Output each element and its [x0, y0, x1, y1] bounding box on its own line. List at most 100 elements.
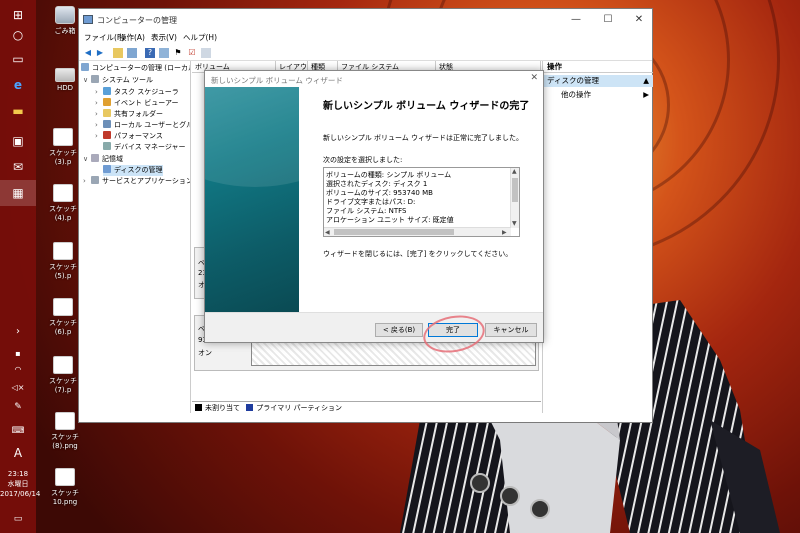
tree-item-system-tools[interactable]: システム ツール — [91, 75, 153, 86]
scroll-down-icon[interactable]: ▼ — [512, 220, 517, 227]
computer-icon — [81, 63, 89, 71]
settings-summary-box[interactable]: ボリュームの種類: シンプル ボリューム 選択されたディスク: ディスク 1 ボ… — [323, 167, 520, 237]
clock-time[interactable]: 23:18 — [0, 470, 36, 479]
edge-icon[interactable]: e — [0, 72, 36, 98]
wizard-heading: 新しいシンプル ボリューム ウィザードの完了 — [323, 101, 530, 112]
pen-icon[interactable]: ✎ — [0, 394, 36, 420]
primary-partition-swatch — [246, 404, 254, 411]
task-view-button[interactable]: ▭ — [0, 46, 36, 72]
event-viewer-icon — [103, 98, 111, 106]
chevron-down-icon[interactable]: ∨ — [83, 76, 88, 84]
forward-arrow-icon[interactable]: ▶ — [95, 48, 105, 58]
tree-item-root[interactable]: コンピューターの管理 (ローカル) — [81, 63, 191, 74]
chevron-right-icon[interactable]: › — [95, 121, 98, 129]
disk-1-status: オン — [198, 349, 212, 357]
help-icon[interactable]: ? — [145, 48, 155, 58]
chevron-right-icon[interactable]: › — [95, 132, 98, 140]
image-file-icon — [53, 184, 73, 202]
horizontal-scroll-thumb[interactable] — [334, 229, 454, 235]
tree-label: ディスクの管理 — [114, 166, 163, 174]
maximize-button[interactable]: ☐ — [593, 9, 623, 29]
image-file-icon — [53, 242, 73, 260]
menu-view[interactable]: 表示(V) — [151, 32, 177, 43]
wizard-settings-label: 次の設定を選択しました: — [323, 156, 403, 164]
checklist-icon[interactable]: ☑ — [187, 48, 197, 58]
image-file-icon — [53, 298, 73, 316]
image-file-icon — [55, 412, 75, 430]
chevron-right-icon[interactable]: › — [95, 99, 98, 107]
menu-help[interactable]: ヘルプ(H) — [183, 32, 217, 43]
tree-item-shared-folders[interactable]: 共有フォルダー — [103, 109, 163, 120]
recycle-bin-icon — [55, 6, 75, 24]
unallocated-swatch — [195, 404, 202, 411]
users-icon — [103, 120, 111, 128]
ops-item-label: 他の操作 — [561, 90, 591, 99]
tree-item-device-manager[interactable]: デバイス マネージャー — [103, 142, 186, 153]
connect-icon[interactable]: ⚑ — [173, 48, 183, 58]
wizard-completed-text: 新しいシンプル ボリューム ウィザードは正常に完了しました。 — [323, 134, 524, 142]
tree-label: コンピューターの管理 (ローカル) — [92, 64, 191, 72]
minimize-button[interactable]: — — [561, 9, 591, 29]
computer-management-taskbar-icon[interactable]: ▦ — [0, 180, 36, 206]
navigation-tree: コンピューターの管理 (ローカル) ∨ システム ツール › タスク スケジュー… — [79, 61, 191, 413]
legend-primary: プライマリ パーティション — [256, 404, 343, 412]
tree-label: サービスとアプリケーション — [102, 177, 191, 185]
window-title: コンピューターの管理 — [97, 16, 177, 25]
tree-item-event-viewer[interactable]: イベント ビューアー — [103, 98, 179, 109]
ops-more-actions[interactable]: 他の操作 ▶ — [543, 89, 653, 101]
back-arrow-icon[interactable]: ◀ — [83, 48, 93, 58]
tree-item-task-scheduler[interactable]: タスク スケジューラ — [103, 87, 179, 98]
storage-icon — [91, 154, 99, 162]
tree-label: パフォーマンス — [114, 132, 163, 140]
tree-item-performance[interactable]: パフォーマンス — [103, 131, 163, 142]
up-folder-icon[interactable] — [113, 48, 123, 58]
chevron-right-icon[interactable]: › — [95, 110, 98, 118]
tree-item-storage[interactable]: 記憶域 — [91, 154, 123, 165]
properties-icon[interactable] — [159, 48, 169, 58]
vertical-scrollbar[interactable]: ▲ ▼ — [510, 168, 519, 228]
show-hide-tree-icon[interactable] — [127, 48, 137, 58]
tree-label: デバイス マネージャー — [114, 143, 186, 151]
legend-unallocated: 未割り当て — [205, 404, 240, 412]
search-button[interactable]: ○ — [0, 22, 36, 48]
mail-icon[interactable]: ✉ — [0, 154, 36, 180]
back-button[interactable]: < 戻る(B) — [375, 323, 423, 337]
horizontal-scrollbar[interactable]: ◀ ▶ — [324, 227, 511, 236]
new-simple-volume-wizard: 新しいシンプル ボリューム ウィザード ✕ 新しいシンプル ボリューム ウィザー… — [204, 70, 544, 343]
close-button[interactable]: ✕ — [624, 9, 654, 29]
image-file-icon — [53, 128, 73, 146]
ime-indicator[interactable]: A — [0, 440, 36, 466]
file-explorer-icon[interactable]: ▬ — [0, 98, 36, 124]
cancel-button[interactable]: キャンセル — [485, 323, 537, 337]
clock-weekday[interactable]: 水曜日 — [0, 480, 36, 489]
menu-action[interactable]: 操作(A) — [119, 32, 145, 43]
ops-disk-management[interactable]: ディスクの管理 ▲ — [543, 75, 653, 87]
disk-management-icon — [103, 165, 111, 173]
chevron-right-icon[interactable]: › — [83, 177, 86, 185]
vertical-scroll-thumb[interactable] — [512, 178, 518, 202]
services-icon — [91, 176, 99, 184]
clock-date[interactable]: 2017/06/14 — [0, 490, 40, 499]
tree-item-local-users[interactable]: ローカル ユーザーとグループ — [103, 120, 190, 131]
desktop-icon-label: スケッチ10.png — [51, 489, 79, 506]
image-file-icon — [53, 356, 73, 374]
tools-icon — [91, 75, 99, 83]
action-center-icon[interactable]: ▭ — [0, 506, 36, 532]
performance-icon — [103, 131, 111, 139]
computer-management-icon — [83, 15, 93, 24]
settings-list-icon[interactable] — [201, 48, 211, 58]
tree-item-services-apps[interactable]: サービスとアプリケーション — [91, 176, 191, 187]
desktop-icon-sketch10[interactable]: スケッチ10.png — [42, 468, 88, 506]
tree-label: 共有フォルダー — [114, 110, 163, 118]
wizard-close-hint: ウィザードを閉じるには、[完了] をクリックしてください。 — [323, 250, 513, 258]
tree-item-disk-management[interactable]: ディスクの管理 — [103, 165, 163, 176]
chevron-down-icon[interactable]: ∨ — [83, 155, 88, 163]
wizard-close-button[interactable]: ✕ — [530, 73, 538, 83]
scroll-left-icon[interactable]: ◀ — [325, 229, 330, 236]
toolbar: ◀ ▶ ? ⚑ ☑ — [79, 45, 652, 61]
store-icon[interactable]: ▣ — [0, 128, 36, 154]
scroll-right-icon[interactable]: ▶ — [502, 229, 507, 236]
chevron-right-icon[interactable]: › — [95, 88, 98, 96]
title-bar[interactable]: コンピューターの管理 — ☐ ✕ — [79, 9, 652, 31]
scroll-up-icon[interactable]: ▲ — [512, 168, 517, 175]
